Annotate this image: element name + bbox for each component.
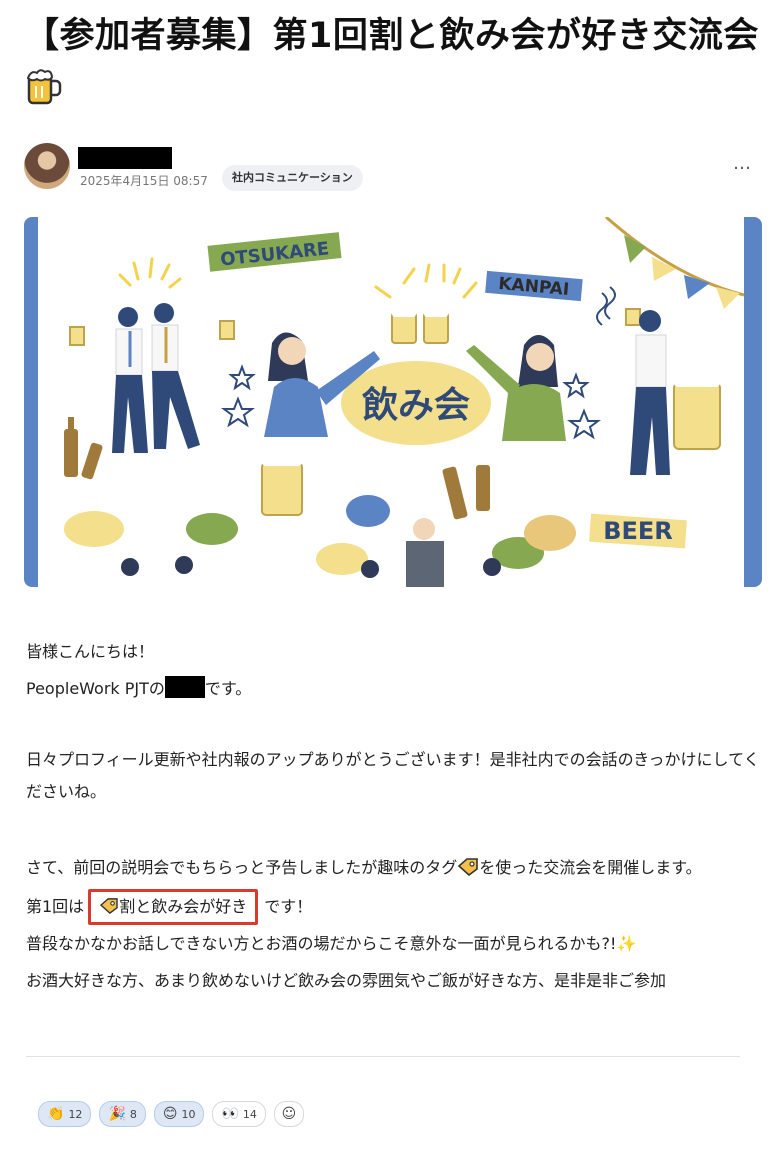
reaction-count: 8 <box>129 1107 137 1121</box>
post-page: 【参加者募集】第1回割と飲み会が好き交流会 2025年4月15日 08:57 社… <box>0 0 784 1162</box>
category-tag[interactable]: 社内コミュニケーション <box>222 165 363 191</box>
reaction-count: 12 <box>68 1107 83 1121</box>
greeting-line: 皆様こんにちは！ <box>26 642 155 661</box>
header-image: OTSUKARE KANPAI 飲み会 BEER <box>24 217 762 587</box>
avatar[interactable] <box>24 143 70 189</box>
reaction-count: 10 <box>181 1107 196 1121</box>
reaction-party[interactable]: 🎉 8 <box>99 1101 146 1127</box>
reaction-bar: 👏 12 🎉 8 😊 10 👀 14 ☺ <box>38 1101 304 1129</box>
right-blue-bar <box>744 217 762 587</box>
author-name-redacted[interactable] <box>78 147 172 169</box>
smile-icon: 😊 <box>162 1106 178 1122</box>
more-options-button[interactable]: … <box>733 153 752 174</box>
add-emoji-icon: ☺ <box>281 1106 297 1122</box>
beer-mug-icon <box>26 68 62 122</box>
author-row: 2025年4月15日 08:57 社内コミュニケーション … <box>24 143 764 191</box>
thanks-paragraph: 日々プロフィール更新や社内報のアップありがとうございます！是非社内での会話のきっ… <box>26 750 760 801</box>
post-date: 2025年4月15日 08:57 <box>80 174 208 188</box>
party-popper-icon: 🎉 <box>108 1106 126 1122</box>
tag-icon <box>457 858 479 877</box>
hashtag-link[interactable]: 割と飲み会が好き <box>88 889 259 925</box>
divider <box>26 1056 740 1057</box>
reaction-clap[interactable]: 👏 12 <box>38 1101 92 1127</box>
announce-paragraph: さて、前回の説明会でもちらっと予告しましたが趣味のタグ を使った交流会を開催します… <box>26 858 702 877</box>
nomikai-illustration: OTSUKARE KANPAI 飲み会 BEER <box>24 217 762 587</box>
beer-text: BEER <box>603 517 673 545</box>
left-blue-bar <box>24 217 38 587</box>
redacted-name <box>164 676 205 698</box>
reaction-count: 14 <box>242 1107 257 1121</box>
add-reaction-button[interactable]: ☺ <box>273 1101 304 1127</box>
invite-line: お酒大好きな方、あまり飲めないけど飲み会の雰囲気やご飯が好きな方、是非是非ご参加 <box>26 971 667 990</box>
eyes-icon: 👀 <box>221 1106 239 1122</box>
nomikai-text: 飲み会 <box>362 385 470 426</box>
rare-side-line: 普段なかなかお話しできない方とお酒の場だからこそ意外な一面が見られるかも?!✨ <box>26 934 637 953</box>
first-event-line: 第1回は 割と飲み会が好き です！ <box>26 888 766 925</box>
post-body: 皆様こんにちは！ PeopleWork PJTの です。 日々プロフィール更新や社… <box>26 633 766 999</box>
intro-line: PeopleWork PJTの です。 <box>26 670 766 707</box>
reaction-eyes[interactable]: 👀 14 <box>212 1101 266 1127</box>
sparkles-icon: ✨ <box>616 934 637 953</box>
reaction-smile[interactable]: 😊 10 <box>153 1101 205 1127</box>
post-title: 【参加者募集】第1回割と飲み会が好き交流会 <box>24 10 764 122</box>
clap-icon: 👏 <box>47 1106 65 1122</box>
tag-icon <box>99 897 119 916</box>
